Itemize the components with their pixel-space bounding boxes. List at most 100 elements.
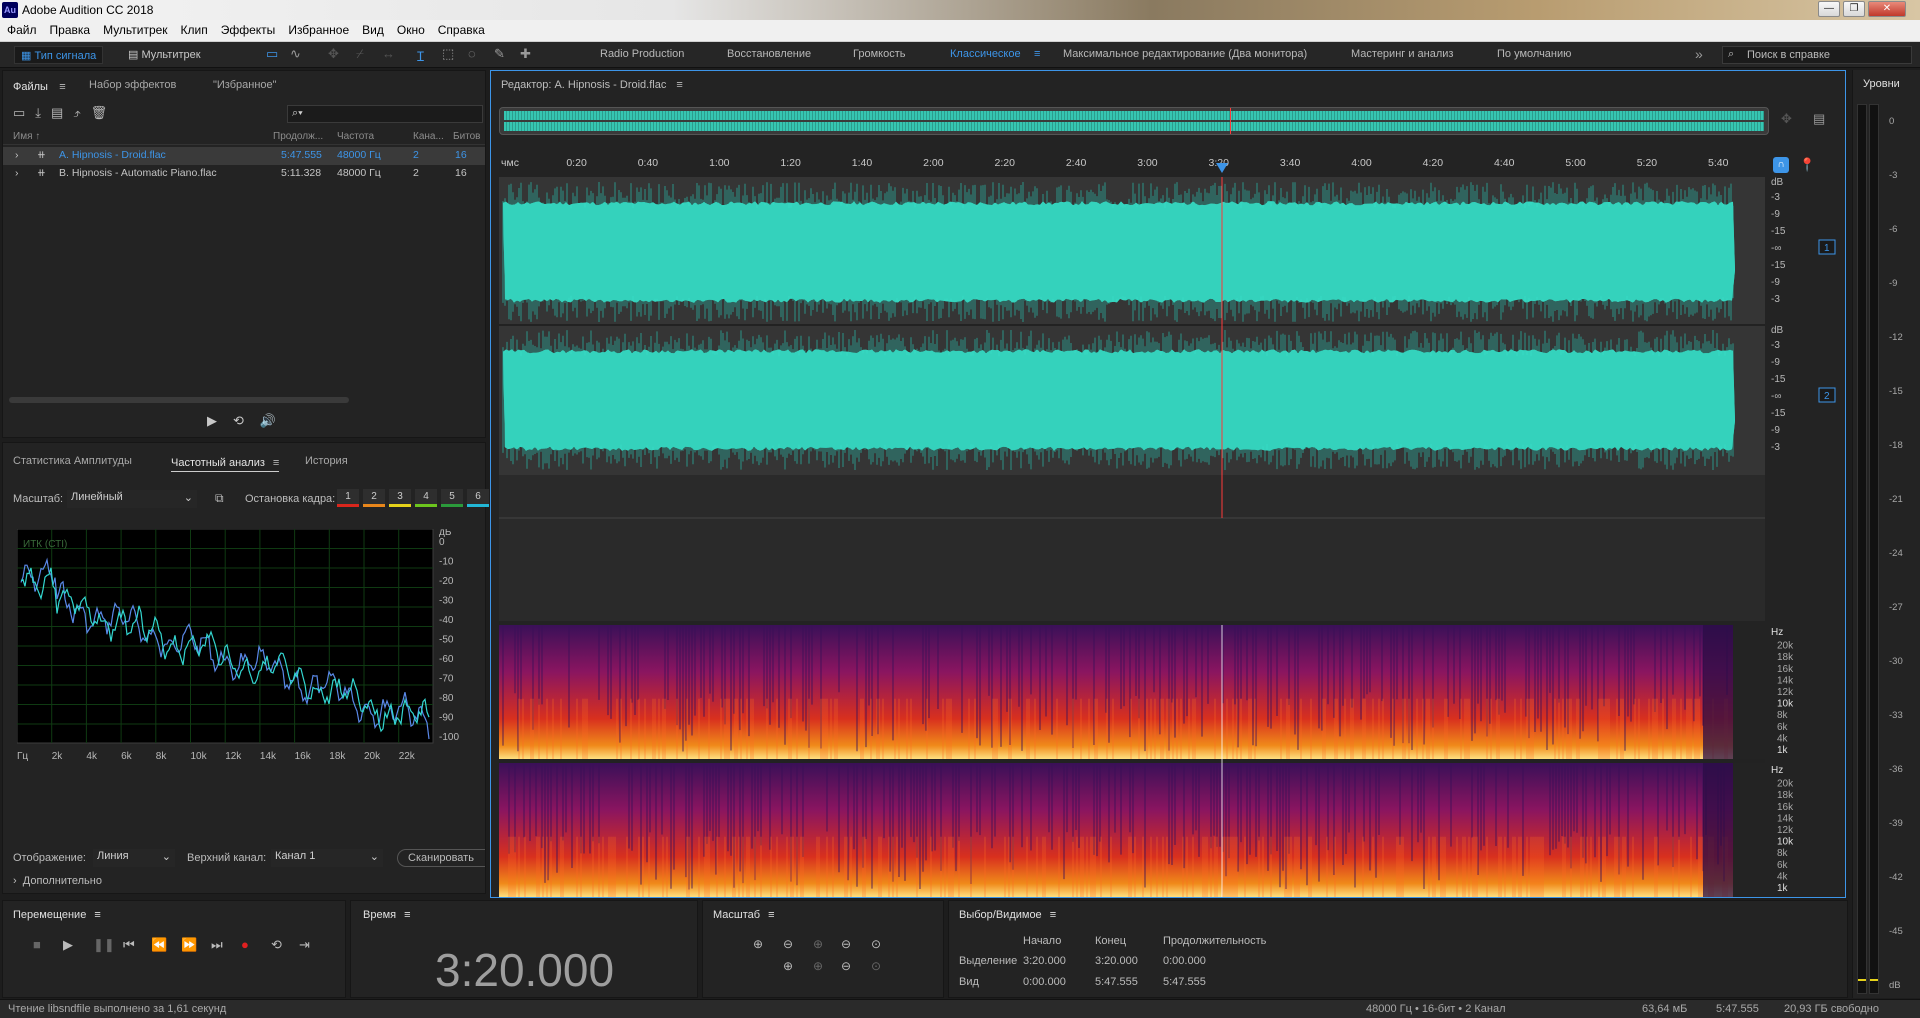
scan-button[interactable]: Сканировать <box>397 849 485 867</box>
file-row[interactable]: › ⧺ A. Hipnosis - Droid.flac 5:47.555 48000 … <box>3 147 485 165</box>
help-search-input[interactable]: Поиск в справке <box>1747 49 1830 61</box>
marquee-tool-icon[interactable]: ⬚ <box>442 46 454 62</box>
col-rate[interactable]: Частота <box>337 131 374 142</box>
razor-tool-icon[interactable]: ⌿ <box>356 46 364 62</box>
channel-select[interactable]: Канал 1 ⌄ <box>271 849 383 867</box>
workspace-5[interactable]: Мастеринг и анализ <box>1351 48 1453 60</box>
zoom-out-point-icon[interactable]: ⊖ <box>841 959 851 973</box>
spot-healing-icon[interactable]: ✚ <box>520 46 531 62</box>
workspace-0[interactable]: Radio Production <box>600 48 684 60</box>
workspace-3[interactable]: Классическое <box>950 48 1021 60</box>
help-search[interactable]: ⌕ Поиск в справке <box>1722 46 1912 64</box>
lasso-tool-icon[interactable]: ◌ <box>468 46 476 61</box>
go-to-start-icon[interactable]: ⏮ <box>123 937 135 953</box>
playhead-handle[interactable] <box>1216 163 1228 173</box>
tab-effects-rack[interactable]: Набор эффектов <box>89 79 176 91</box>
workspace-6[interactable]: По умолчанию <box>1497 48 1571 60</box>
slip-tool-icon[interactable]: ↔ <box>382 46 395 61</box>
workspace-1[interactable]: Восстановление <box>727 48 811 60</box>
freeze-button-4[interactable]: 4 <box>415 489 437 507</box>
freeze-button-5[interactable]: 5 <box>441 489 463 507</box>
frame-copy-icon[interactable]: ⧉ <box>215 491 224 506</box>
freeze-button-1[interactable]: 1 <box>337 489 359 507</box>
play-preview-icon[interactable]: ▶ <box>207 413 233 428</box>
tab-files[interactable]: Файлы ≡ <box>13 79 66 93</box>
menu-item-0[interactable]: Файл <box>0 20 43 37</box>
multitrack-view-button[interactable]: ▤ Мультитрек <box>122 46 207 64</box>
stop-icon[interactable]: ■ <box>33 937 41 952</box>
workspace-overflow-icon[interactable]: » <box>1695 46 1703 62</box>
view-end-field[interactable]: 5:47.555 <box>1095 976 1138 988</box>
menu-item-1[interactable]: Правка <box>43 20 97 37</box>
view-duration-field[interactable]: 5:47.555 <box>1163 976 1206 988</box>
display-select[interactable]: Линия ⌄ <box>93 849 175 867</box>
overview-navigator[interactable] <box>499 107 1769 135</box>
export-icon[interactable]: ⤴ <box>73 105 90 120</box>
loop-preview-icon[interactable]: ⟲ <box>233 413 260 428</box>
close-button[interactable]: ✕ <box>1868 1 1906 17</box>
spectral-pitch-icon[interactable]: ∿ <box>290 46 301 62</box>
zoom-in-point-icon[interactable]: ⊕ <box>783 959 793 973</box>
menu-item-4[interactable]: Эффекты <box>214 20 282 37</box>
menu-item-3[interactable]: Клип <box>174 20 214 37</box>
menu-item-8[interactable]: Справка <box>431 20 491 37</box>
panel-menu-icon[interactable]: ≡ <box>273 457 279 469</box>
tab-favorites[interactable]: "Избранное" <box>213 79 277 91</box>
skip-selection-icon[interactable]: ⇥ <box>299 937 310 953</box>
time-display[interactable]: 3:20.000 <box>435 943 614 997</box>
selection-end-field[interactable]: 3:20.000 <box>1095 955 1138 967</box>
menu-item-5[interactable]: Избранное <box>281 20 355 37</box>
spectral-display[interactable] <box>499 625 1765 897</box>
record-icon[interactable]: ● <box>241 937 249 952</box>
fast-forward-icon[interactable]: ⏩ <box>181 937 197 953</box>
selection-start-field[interactable]: 3:20.000 <box>1023 955 1066 967</box>
tab-history[interactable]: История <box>305 455 348 467</box>
rewind-icon[interactable]: ⏪ <box>151 937 167 953</box>
delete-icon[interactable]: 🗑 <box>91 105 118 120</box>
files-hscrollbar[interactable] <box>9 397 349 403</box>
insert-icon[interactable]: ▤ <box>51 105 73 120</box>
brush-tool-icon[interactable]: ✎ <box>494 46 505 62</box>
col-bits[interactable]: Битов <box>453 131 481 142</box>
zoom-out-time-icon[interactable]: ⊖ <box>841 937 851 951</box>
play-icon[interactable]: ▶ <box>63 937 73 953</box>
menu-item-6[interactable]: Вид <box>355 20 390 37</box>
open-file-icon[interactable]: ▭ <box>13 105 35 120</box>
import-icon[interactable]: ⤓ <box>35 105 51 120</box>
zoom-in-amplitude-icon[interactable]: ⊕ <box>753 937 763 951</box>
spectral-display-icon[interactable]: ▭ <box>266 46 278 62</box>
chevron-right-icon[interactable]: › <box>15 167 19 179</box>
time-ruler[interactable]: чмс 0:20 0:40 1:00 1:20 1:40 2:00 2:20 2:40 3:00… <box>499 155 1765 175</box>
waveform-view-button[interactable]: ▦ Тип сигнала <box>14 46 104 64</box>
scale-select[interactable]: Линейный ⌄ <box>67 490 197 508</box>
pause-icon[interactable]: ❚❚ <box>93 937 115 953</box>
selection-duration-field[interactable]: 0:00.000 <box>1163 955 1206 967</box>
files-search-input[interactable]: ⌕▾ <box>287 105 483 123</box>
zoom-out-full-icon[interactable]: ⊙ <box>871 937 881 951</box>
workspace-menu-icon[interactable]: ≡ <box>1034 48 1040 60</box>
menu-item-2[interactable]: Мультитрек <box>96 20 173 37</box>
waveform-display[interactable] <box>499 177 1765 621</box>
col-name[interactable]: Имя ↑ <box>13 131 40 142</box>
tab-frequency-analysis[interactable]: Частотный анализ ≡ <box>171 455 280 472</box>
chevron-right-icon[interactable]: › <box>15 149 19 161</box>
zoom-selection-icon[interactable]: ⊕ <box>813 959 823 973</box>
tab-amplitude-stats[interactable]: Статистика Амплитуды <box>13 455 132 467</box>
time-selection-tool-icon[interactable]: Ｉ <box>414 46 427 65</box>
autoplay-icon[interactable]: 🔊 <box>260 413 292 428</box>
loop-icon[interactable]: ⟲ <box>271 937 282 953</box>
panel-menu-icon[interactable]: ≡ <box>676 79 682 91</box>
workspace-2[interactable]: Громкость <box>853 48 905 60</box>
zoom-out-amplitude-icon[interactable]: ⊖ <box>783 937 793 951</box>
menu-item-7[interactable]: Окно <box>390 20 431 37</box>
zoom-reset-icon[interactable]: ⊙ <box>871 959 881 973</box>
minimize-button[interactable]: — <box>1818 1 1840 17</box>
workspace-4[interactable]: Максимальное редактирование (Два монитор… <box>1063 48 1307 60</box>
maximize-button[interactable]: ❐ <box>1843 1 1865 17</box>
view-start-field[interactable]: 0:00.000 <box>1023 976 1066 988</box>
spectral-toggle-icon[interactable]: ▤ <box>1813 111 1825 127</box>
freeze-button-3[interactable]: 3 <box>389 489 411 507</box>
freeze-button-2[interactable]: 2 <box>363 489 385 507</box>
zoom-in-time-icon[interactable]: ⊕ <box>813 937 823 951</box>
marker-pin-icon[interactable]: 📍 <box>1799 157 1815 173</box>
